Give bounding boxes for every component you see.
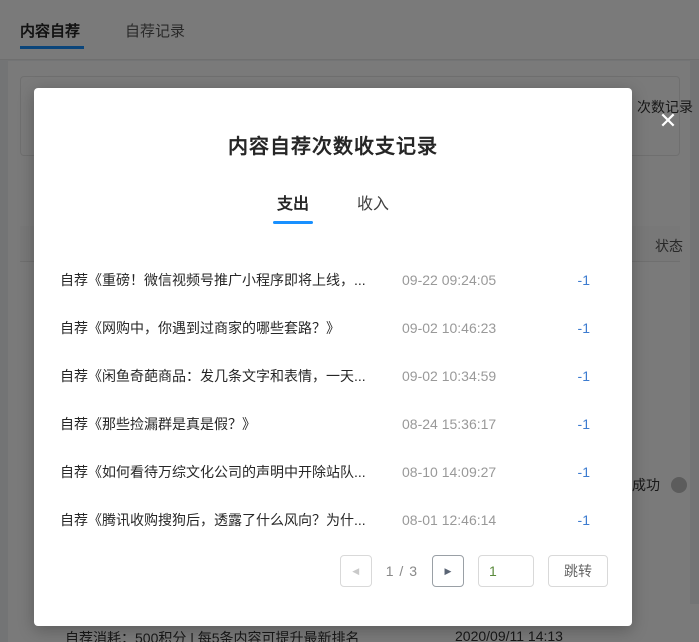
page-jump-input[interactable] [478,555,534,587]
jump-button[interactable]: 跳转 [548,555,608,587]
record-amount: -1 [530,368,590,384]
prev-page-button[interactable]: ◀ [340,555,372,587]
record-amount: -1 [530,464,590,480]
record-time: 09-02 10:34:59 [402,368,530,384]
list-item: 自荐《腾讯收购搜狗后，透露了什么风向？为什... 08-01 12:46:14 … [60,496,590,544]
expense-tab-underline [273,221,313,224]
record-amount: -1 [530,272,590,288]
record-title: 自荐《闲鱼奇葩商品：发几条文字和表情，一天... [60,366,402,386]
record-amount: -1 [530,416,590,432]
record-title: 自荐《重磅！微信视频号推广小程序即将上线，... [60,270,402,290]
next-page-button[interactable]: ▶ [432,555,464,587]
tab-income[interactable]: 收入 [355,194,391,224]
pagination: ◀ 1 / 3 ▶ 跳转 [340,555,608,587]
list-item: 自荐《网购中，你遇到过商家的哪些套路？》 09-02 10:46:23 -1 [60,304,590,352]
list-item: 自荐《那些捡漏群是真是假？》 08-24 15:36:17 -1 [60,400,590,448]
next-arrow-icon: ▶ [445,566,452,577]
close-icon[interactable]: ✕ [654,108,682,136]
tab-expense-label: 支出 [277,196,309,213]
tab-income-label: 收入 [357,196,389,213]
prev-arrow-icon: ◀ [352,566,359,577]
page-indicator: 1 / 3 [386,563,418,579]
record-time: 08-01 12:46:14 [402,512,530,528]
record-title: 自荐《腾讯收购搜狗后，透露了什么风向？为什... [60,510,402,530]
record-time: 08-10 14:09:27 [402,464,530,480]
record-title: 自荐《那些捡漏群是真是假？》 [60,414,402,434]
modal-title: 内容自荐次数收支记录 [34,130,632,159]
record-amount: -1 [530,512,590,528]
record-amount: -1 [530,320,590,336]
record-time: 09-02 10:46:23 [402,320,530,336]
record-title: 自荐《如何看待万综文化公司的声明中开除站队... [60,462,402,482]
list-item: 自荐《如何看待万综文化公司的声明中开除站队... 08-10 14:09:27 … [60,448,590,496]
list-item: 自荐《闲鱼奇葩商品：发几条文字和表情，一天... 09-02 10:34:59 … [60,352,590,400]
record-time: 09-22 09:24:05 [402,272,530,288]
modal-tab-bar: 支出 收入 [34,194,632,228]
tab-expense[interactable]: 支出 [275,194,311,224]
list-item: 自荐《重磅！微信视频号推广小程序即将上线，... 09-22 09:24:05 … [60,256,590,304]
record-time: 08-24 15:36:17 [402,416,530,432]
expense-record-list: 自荐《重磅！微信视频号推广小程序即将上线，... 09-22 09:24:05 … [60,256,590,544]
count-records-modal: 内容自荐次数收支记录 支出 收入 自荐《重磅！微信视频号推广小程序即将上线，..… [34,88,632,626]
record-title: 自荐《网购中，你遇到过商家的哪些套路？》 [60,318,402,338]
